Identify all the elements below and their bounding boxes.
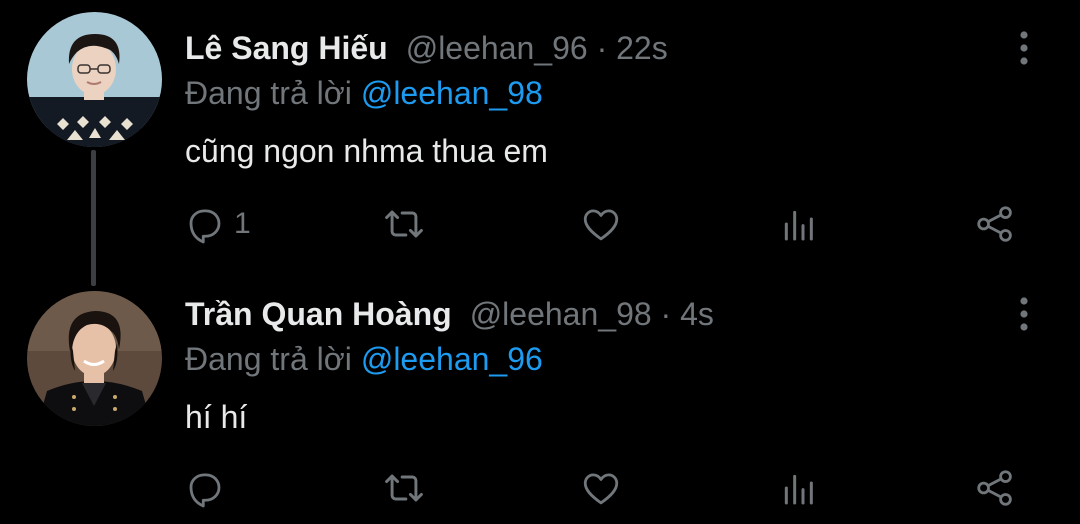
reply-button[interactable]: 1 xyxy=(184,196,251,252)
more-options-icon xyxy=(1020,297,1028,331)
retweet-button[interactable] xyxy=(382,196,426,252)
share-icon xyxy=(977,206,1012,242)
views-icon xyxy=(784,210,813,241)
reply-icon xyxy=(189,473,221,508)
tweet-actions xyxy=(0,460,1080,516)
avatar[interactable] xyxy=(27,12,162,147)
like-button[interactable] xyxy=(580,196,622,252)
handle-and-time: @leehan_98 · 4s xyxy=(469,296,714,332)
tweet-text: hí hí xyxy=(185,399,248,435)
like-icon xyxy=(583,209,619,241)
replying-to-label: Đang trả lời xyxy=(185,341,352,377)
tweet-header: Lê Sang Hiếu @leehan_96 · 22s xyxy=(185,26,668,70)
views-icon xyxy=(784,474,813,505)
mention-link[interactable]: @leehan_98 xyxy=(361,75,543,111)
replying-to: Đang trả lời @leehan_96 xyxy=(185,337,543,381)
share-icon xyxy=(977,470,1012,506)
tweet-actions: 1 xyxy=(0,196,1080,252)
reply-count: 1 xyxy=(234,207,251,240)
tweet-header: Trần Quan Hoàng @leehan_98 · 4s xyxy=(185,292,714,336)
share-button[interactable] xyxy=(974,460,1016,516)
tweet[interactable]: Trần Quan Hoàng @leehan_98 · 4s Đang trả … xyxy=(0,262,1080,524)
retweet-icon xyxy=(385,210,423,238)
tweet[interactable]: Lê Sang Hiếu @leehan_96 · 22s Đang trả lờ… xyxy=(0,0,1080,262)
handle-and-time: @leehan_96 · 22s xyxy=(405,30,668,66)
like-button[interactable] xyxy=(580,460,622,516)
display-name[interactable]: Trần Quan Hoàng xyxy=(185,296,452,332)
tweet-text: cũng ngon nhma thua em xyxy=(185,133,548,169)
retweet-icon xyxy=(385,474,423,502)
share-button[interactable] xyxy=(974,196,1016,252)
display-name[interactable]: Lê Sang Hiếu xyxy=(185,30,388,66)
replying-to-label: Đang trả lời xyxy=(185,75,352,111)
reply-button[interactable] xyxy=(184,460,226,516)
more-options-icon xyxy=(1020,31,1028,65)
more-options-button[interactable] xyxy=(1004,292,1044,336)
thread-view: Lê Sang Hiếu @leehan_96 · 22s Đang trả lờ… xyxy=(0,0,1080,524)
replying-to: Đang trả lời @leehan_98 xyxy=(185,71,543,115)
reply-icon xyxy=(189,209,221,244)
more-options-button[interactable] xyxy=(1004,26,1044,70)
views-button[interactable] xyxy=(778,460,818,516)
retweet-button[interactable] xyxy=(382,460,426,516)
views-button[interactable] xyxy=(778,196,818,252)
avatar[interactable] xyxy=(27,291,162,426)
mention-link[interactable]: @leehan_96 xyxy=(361,341,543,377)
like-icon xyxy=(583,473,619,505)
